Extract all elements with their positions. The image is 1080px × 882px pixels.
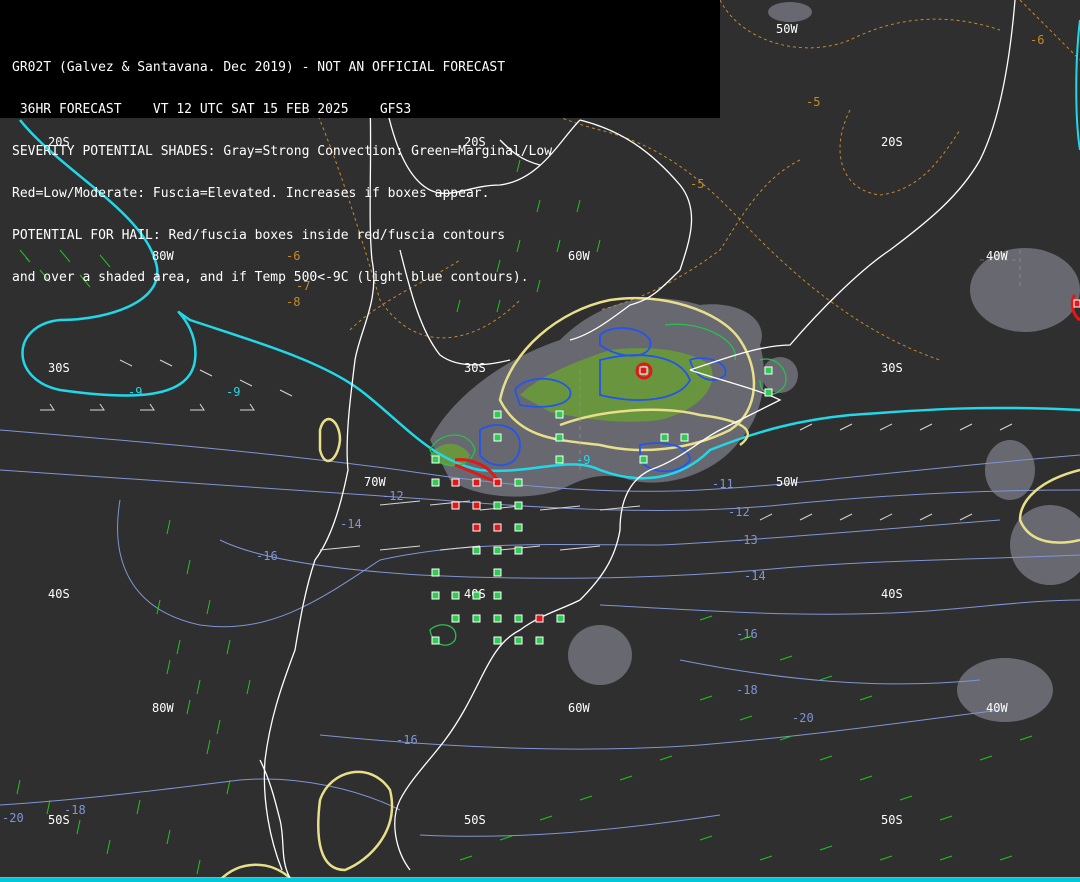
- lat-label-50s-east: 50S: [881, 813, 903, 827]
- contour-label-minus12-e: -12: [728, 505, 750, 519]
- lat-label-40s-west: 40S: [48, 587, 70, 601]
- contour-label-minus20-e: -20: [792, 711, 814, 725]
- lon-label-40w-south: 40W: [986, 701, 1008, 715]
- lon-label-80w-south: 80W: [152, 701, 174, 715]
- forecast-header: GR02T (Galvez & Santavana. Dec 2019) - N…: [0, 0, 720, 285]
- contour-label-minus16-e: -16: [736, 627, 758, 641]
- lat-label-50s-mid: 50S: [464, 813, 486, 827]
- contour-label-minus11: -11: [712, 477, 734, 491]
- header-severity-legend: SEVERITY POTENTIAL SHADES: Gray=Strong C…: [12, 144, 553, 159]
- contour-label-minus9-b: -9: [226, 385, 240, 399]
- lon-label-40w-north: 40W: [986, 249, 1008, 263]
- contour-label-minus16-s: -16: [396, 733, 418, 747]
- contour-label-minus16-w: -16: [256, 549, 278, 563]
- contour-label-minus5-a: -5: [806, 95, 820, 109]
- header-hail-legend: POTENTIAL FOR HAIL: Red/fuscia boxes ins…: [12, 228, 506, 243]
- lon-label-60w-south: 60W: [568, 701, 590, 715]
- contour-label-minus9-c: -9: [576, 453, 590, 467]
- lat-label-20s-east: 20S: [881, 135, 903, 149]
- contour-label-minus20-w: -20: [2, 811, 24, 825]
- lon-label-70w: 70W: [364, 475, 386, 489]
- lat-label-30s-mid: 30S: [464, 361, 486, 375]
- lat-label-40s-east: 40S: [881, 587, 903, 601]
- contour-label-minus6-ne: -6: [1030, 33, 1044, 47]
- contour-label-minus14-w: -14: [340, 517, 362, 531]
- lat-label-30s-west: 30S: [48, 361, 70, 375]
- bottom-border: [0, 878, 1080, 882]
- contour-label-minus12-w: -12: [382, 489, 404, 503]
- header-hail-legend-2: and over a shaded area, and if Temp 500<…: [12, 270, 529, 285]
- lon-label-50w-north: 50W: [776, 22, 798, 36]
- contour-label-minus18-e: -18: [736, 683, 758, 697]
- contour-label-minus13: -13: [736, 533, 758, 547]
- contour-label-minus9-a: -9: [128, 385, 142, 399]
- header-title: GR02T (Galvez & Santavana. Dec 2019) - N…: [12, 60, 506, 75]
- header-severity-legend-2: Red=Low/Moderate: Fuscia=Elevated. Incre…: [12, 186, 490, 201]
- lat-label-30s-east: 30S: [881, 361, 903, 375]
- header-forecast-time: 36HR FORECAST VT 12 UTC SAT 15 FEB 2025 …: [12, 102, 412, 117]
- lon-label-50w-mid: 50W: [776, 475, 798, 489]
- contour-label-minus18-w: -18: [64, 803, 86, 817]
- contour-label-minus14-e: -14: [744, 569, 766, 583]
